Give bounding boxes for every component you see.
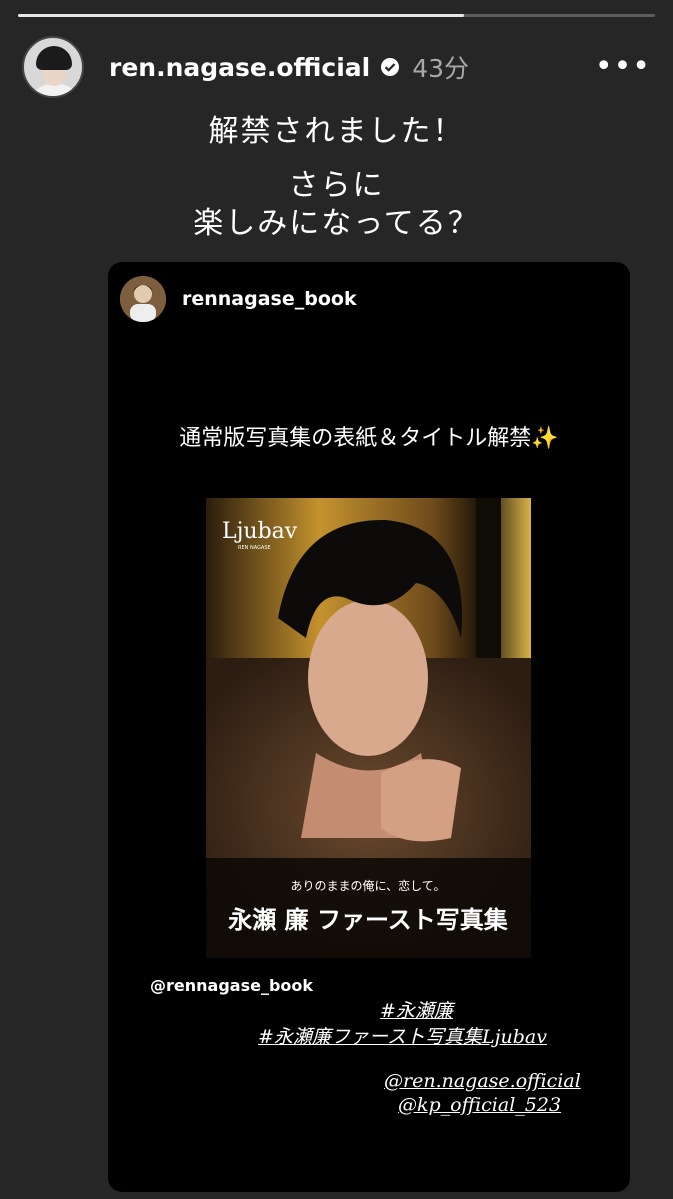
repost-avatar[interactable] <box>120 276 166 322</box>
hashtag-1[interactable]: #永瀬廉 <box>380 996 453 1023</box>
more-options-icon[interactable]: ••• <box>595 52 651 82</box>
story-progress-fill <box>18 14 464 17</box>
verified-badge-icon <box>381 58 400 76</box>
caption-line-1: 解禁されました！ <box>208 114 465 149</box>
cover-tagline: ありのままの俺に、恋して。 <box>291 878 446 893</box>
username[interactable]: ren.nagase.official <box>109 53 370 82</box>
avatar[interactable] <box>22 36 84 98</box>
cover-brand: Ljubav <box>222 519 298 544</box>
cover-brand-sub: REN NAGASE <box>238 545 271 551</box>
story-progress-bar <box>18 14 655 17</box>
mention-link-2[interactable]: @kp_official_523 <box>398 1094 561 1116</box>
announcement-text: 通常版写真集の表紙＆タイトル解禁✨ <box>179 426 559 451</box>
hashtag-2[interactable]: #永瀬廉ファースト写真集Ljubav <box>258 1022 547 1049</box>
post-time: 43分 <box>412 54 470 83</box>
caption-line-3: 楽しみになってる？ <box>193 206 480 241</box>
reposted-story-card[interactable]: rennagase_book 通常版写真集の表紙＆タイトル解禁✨ Ljubav … <box>108 262 630 1192</box>
mention-sticker[interactable]: @rennagase_book <box>150 976 313 995</box>
photobook-cover-image: Ljubav REN NAGASE ありのままの俺に、恋して。 永瀬 廉 ファー… <box>206 498 531 958</box>
repost-username[interactable]: rennagase_book <box>182 288 357 310</box>
cover-title: 永瀬 廉 ファースト写真集 <box>228 906 509 934</box>
story-header: ren.nagase.official 43分 ••• <box>22 36 651 98</box>
mention-link-1[interactable]: @ren.nagase.official <box>384 1070 581 1092</box>
